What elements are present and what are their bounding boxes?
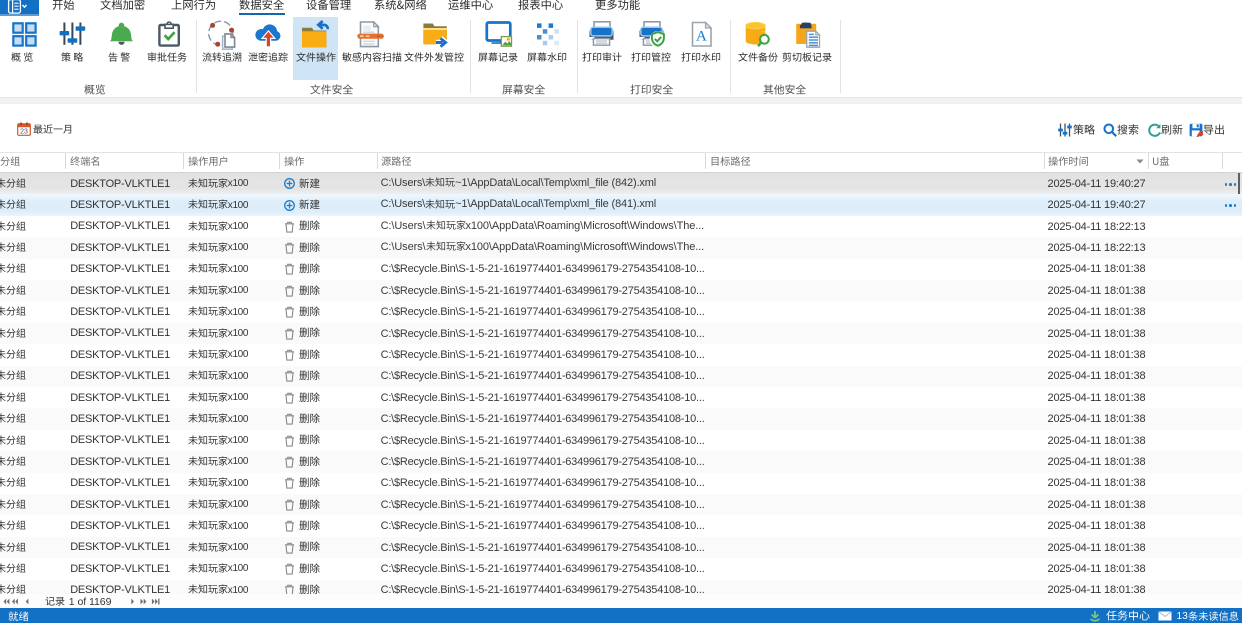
svg-text:23: 23 [20,129,28,136]
svg-text:A: A [695,29,706,45]
